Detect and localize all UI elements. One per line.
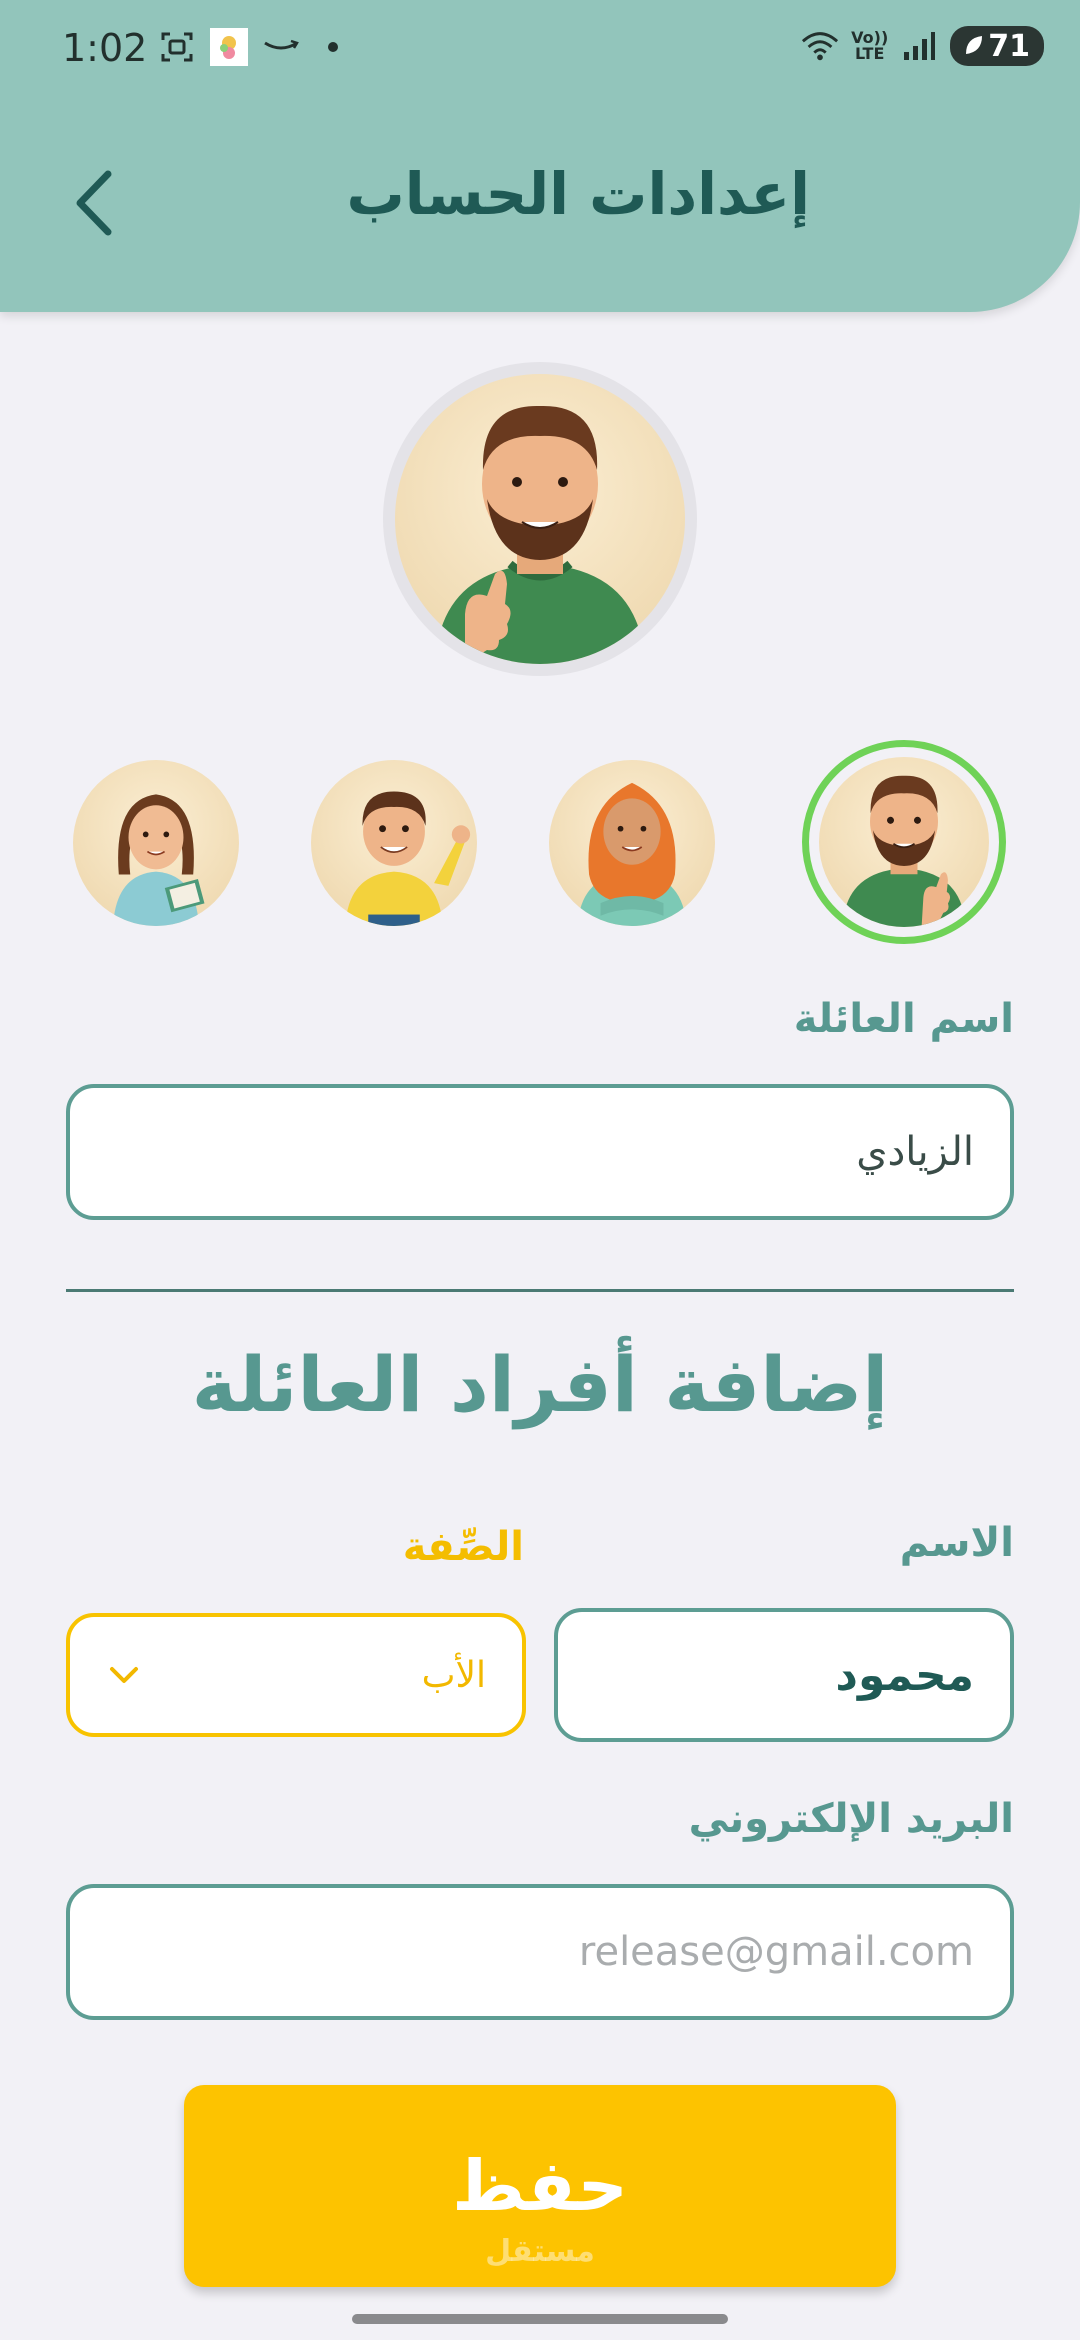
father-avatar-illustration	[435, 405, 645, 664]
status-notification-icons	[158, 28, 352, 66]
notification-dot-icon	[314, 28, 352, 66]
amazon-icon	[262, 28, 300, 66]
signal-icon	[900, 27, 938, 65]
page-title: إعدادات الحساب	[346, 160, 810, 228]
add-family-members-title: إضافة أفراد العائلة	[191, 1340, 889, 1429]
status-system-icons: Vo)) LTE 71	[801, 26, 1044, 66]
email-placeholder: release@gmail.com	[578, 1929, 974, 1975]
battery-level: 71	[988, 28, 1030, 64]
header-bar: 1:02 Vo)) LTE 71 إعدادات الحساب	[0, 0, 1080, 312]
member-role-label: الصِّفة	[402, 1524, 524, 1570]
email-label: البريد الإلكتروني	[688, 1796, 1014, 1842]
member-name-label: الاسم	[899, 1520, 1014, 1566]
avatar-choice-daughter[interactable]	[73, 760, 239, 926]
battery-indicator: 71	[950, 26, 1044, 66]
daughter-avatar-illustration	[113, 794, 205, 926]
son-avatar-illustration	[345, 791, 471, 926]
chevron-left-icon	[76, 170, 112, 236]
avatar-choice-father[interactable]	[802, 740, 1006, 944]
member-role-select[interactable]: الأب	[66, 1613, 526, 1737]
save-button[interactable]: حفظ مستقل	[184, 2085, 896, 2287]
member-role-value: الأب	[421, 1654, 486, 1696]
wifi-icon	[801, 27, 839, 65]
home-indicator[interactable]	[352, 2314, 728, 2324]
mother-avatar-illustration	[577, 782, 687, 926]
father-avatar-illustration	[842, 775, 966, 927]
profile-avatar[interactable]	[383, 362, 697, 676]
member-name-value: محمود	[835, 1649, 974, 1701]
avatar-choice-mother[interactable]	[549, 760, 715, 926]
account-settings-screen: 1:02 Vo)) LTE 71 إعدادات الحساب اسم العا…	[0, 0, 1080, 2340]
avatar-choice-son[interactable]	[311, 760, 477, 926]
family-name-field[interactable]: الزيادي	[66, 1084, 1014, 1220]
email-field[interactable]: release@gmail.com	[66, 1884, 1014, 2020]
save-button-label: حفظ	[452, 2145, 628, 2227]
member-name-field[interactable]: محمود	[554, 1608, 1014, 1742]
family-name-value: الزيادي	[856, 1129, 974, 1175]
back-button[interactable]	[64, 168, 124, 238]
family-name-label: اسم العائلة	[793, 996, 1014, 1042]
chevron-down-icon	[106, 1655, 142, 1696]
status-time: 1:02	[62, 26, 148, 70]
scan-icon	[158, 28, 196, 66]
watermark-text: مستقل	[485, 2234, 595, 2269]
app-notification-icon	[210, 28, 248, 66]
battery-leaf-icon	[964, 29, 984, 64]
volte-bottom-text: LTE	[854, 44, 885, 63]
volte-indicator: Vo)) LTE	[851, 30, 888, 62]
section-divider	[66, 1289, 1014, 1292]
